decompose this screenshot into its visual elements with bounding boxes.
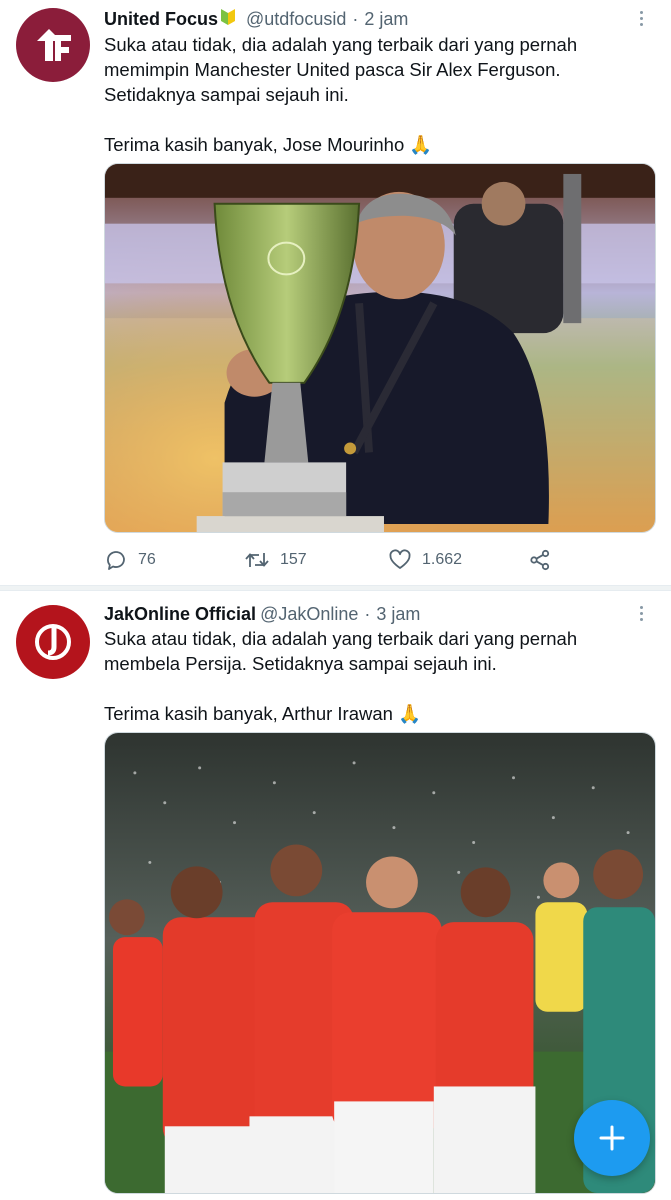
separator: ·	[364, 603, 371, 624]
user-handle[interactable]: @utdfocusid	[246, 9, 346, 30]
tweet-text-line: memimpin Manchester United pasca Sir Ale…	[104, 59, 561, 80]
avatar[interactable]	[16, 8, 90, 82]
tweet-header: JakOnline Official @JakOnline · 3 jam	[104, 601, 420, 627]
compose-button[interactable]	[574, 1100, 650, 1176]
tweet-text-line: Setidaknya sampai sejauh ini.	[104, 84, 349, 105]
retweet-count: 157	[280, 551, 307, 568]
heart-icon	[389, 549, 411, 569]
beginner-badge-icon	[220, 8, 236, 31]
display-name[interactable]: United Focus	[104, 9, 218, 30]
tweet-header: United Focus @utdfocusid · 2 jam	[104, 6, 408, 32]
tweet[interactable]: United Focus @utdfocusid · 2 jam Suka at…	[0, 0, 671, 585]
like-count: 1.662	[422, 551, 463, 568]
uf-logo-icon	[37, 29, 71, 61]
reply-count: 76	[138, 551, 156, 568]
tweet-text-closing: Terima kasih banyak, Jose Mourinho 🙏	[104, 134, 433, 155]
tweet-text-line: Suka atau tidak, dia adalah yang terbaik…	[104, 628, 578, 649]
reply-icon	[107, 551, 125, 570]
more-options-icon[interactable]	[631, 8, 651, 28]
timestamp[interactable]: 2 jam	[364, 9, 408, 30]
photo-mourinho-trophy	[105, 164, 655, 532]
tweet-photo[interactable]	[104, 732, 656, 1194]
avatar[interactable]	[16, 605, 90, 679]
photo-persija-players	[105, 733, 655, 1193]
tweet-actions: 76 157 1.662	[104, 546, 560, 574]
more-options-icon[interactable]	[631, 603, 651, 623]
tweet-text-line: Suka atau tidak, dia adalah yang terbaik…	[104, 34, 578, 55]
tweet-text: Suka atau tidak, dia adalah yang terbaik…	[104, 626, 654, 726]
plus-icon	[599, 1125, 625, 1151]
tweet-text-line: membela Persija. Setidaknya sampai sejau…	[104, 653, 497, 674]
tweet-text: Suka atau tidak, dia adalah yang terbaik…	[104, 32, 654, 157]
timestamp[interactable]: 3 jam	[376, 604, 420, 625]
jo-logo-icon	[35, 624, 71, 660]
tweet-photo[interactable]	[104, 163, 656, 533]
separator: ·	[352, 8, 359, 29]
share-button[interactable]	[528, 548, 552, 572]
reply-button[interactable]: 76	[104, 548, 156, 572]
tweet-text-closing: Terima kasih banyak, Arthur Irawan 🙏	[104, 703, 422, 724]
user-handle[interactable]: @JakOnline	[260, 604, 358, 625]
share-icon	[530, 549, 550, 571]
like-button[interactable]: 1.662	[388, 548, 462, 572]
display-name[interactable]: JakOnline Official	[104, 604, 256, 625]
retweet-icon	[245, 553, 269, 567]
retweet-button[interactable]: 157	[244, 548, 307, 572]
